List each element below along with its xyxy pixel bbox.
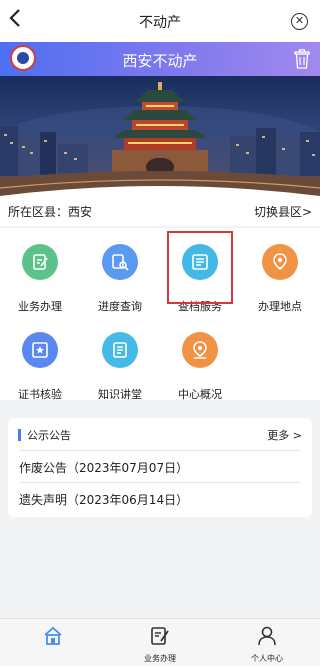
book-icon bbox=[102, 332, 138, 368]
service-archive[interactable]: 查档服务 bbox=[164, 244, 236, 314]
page-title: 不动产 bbox=[139, 15, 181, 31]
archive-icon bbox=[182, 244, 218, 280]
location-row: 所在区县：西安 切换县区> bbox=[0, 196, 320, 226]
tab-home[interactable] bbox=[18, 625, 88, 666]
service-label: 证书核验 bbox=[18, 388, 62, 401]
close-circle-icon[interactable]: ✕ bbox=[291, 13, 308, 30]
edit-document-icon bbox=[22, 244, 58, 280]
notice-item[interactable]: 遗失声明（2023年06月14日） bbox=[19, 491, 301, 508]
tab-label: 个人中心 bbox=[251, 654, 283, 663]
notice-item[interactable]: 作废公告（2023年07月07日） bbox=[19, 459, 301, 476]
bottom-tab-bar: 业务办理 个人中心 bbox=[0, 618, 320, 666]
service-label: 中心概况 bbox=[178, 388, 222, 401]
switch-district-link[interactable]: 切换县区> bbox=[254, 203, 312, 220]
service-location[interactable]: 办理地点 bbox=[244, 244, 316, 314]
map-pin-icon bbox=[262, 244, 298, 280]
service-center-overview[interactable]: 中心概况 bbox=[164, 332, 236, 402]
document-search-icon bbox=[102, 244, 138, 280]
notice-title: 公示公告 bbox=[27, 429, 71, 442]
tab-profile[interactable]: 个人中心 bbox=[232, 625, 302, 666]
service-knowledge[interactable]: 知识讲堂 bbox=[84, 332, 156, 402]
tab-business[interactable]: 业务办理 bbox=[125, 625, 195, 666]
user-icon bbox=[258, 626, 276, 646]
header-title: 西安不动产 bbox=[122, 52, 198, 70]
trash-icon[interactable] bbox=[294, 49, 310, 69]
banner-image bbox=[0, 76, 320, 196]
current-district-label: 所在区县：西安 bbox=[8, 205, 93, 219]
top-nav: 不动产 ✕ bbox=[0, 0, 320, 42]
divider bbox=[19, 482, 301, 483]
notice-accent-bar bbox=[18, 429, 21, 441]
header-band: 西安不动产 bbox=[0, 42, 320, 76]
service-label: 办理地点 bbox=[258, 300, 302, 313]
service-label: 业务办理 bbox=[18, 300, 62, 313]
certificate-star-icon bbox=[22, 332, 58, 368]
service-certificate-verify[interactable]: 证书核验 bbox=[4, 332, 76, 402]
service-business[interactable]: 业务办理 bbox=[4, 244, 76, 314]
notice-more-link[interactable]: 更多 > bbox=[267, 427, 302, 443]
divider bbox=[19, 450, 301, 451]
service-label: 查档服务 bbox=[178, 300, 222, 313]
service-label: 进度查询 bbox=[98, 300, 142, 313]
service-progress-query[interactable]: 进度查询 bbox=[84, 244, 156, 314]
notice-card: 公示公告 更多 > 作废公告（2023年07月07日） 遗失声明（2023年06… bbox=[8, 418, 312, 517]
tab-label: 业务办理 bbox=[144, 654, 176, 663]
services-grid: 业务办理 进度查询 查档服务 办理地点 证书核验 知识讲堂 中心概况 bbox=[0, 228, 320, 402]
home-icon bbox=[44, 626, 62, 645]
edit-document-icon bbox=[151, 627, 169, 645]
service-label: 知识讲堂 bbox=[98, 388, 142, 401]
location-icon bbox=[182, 332, 218, 368]
